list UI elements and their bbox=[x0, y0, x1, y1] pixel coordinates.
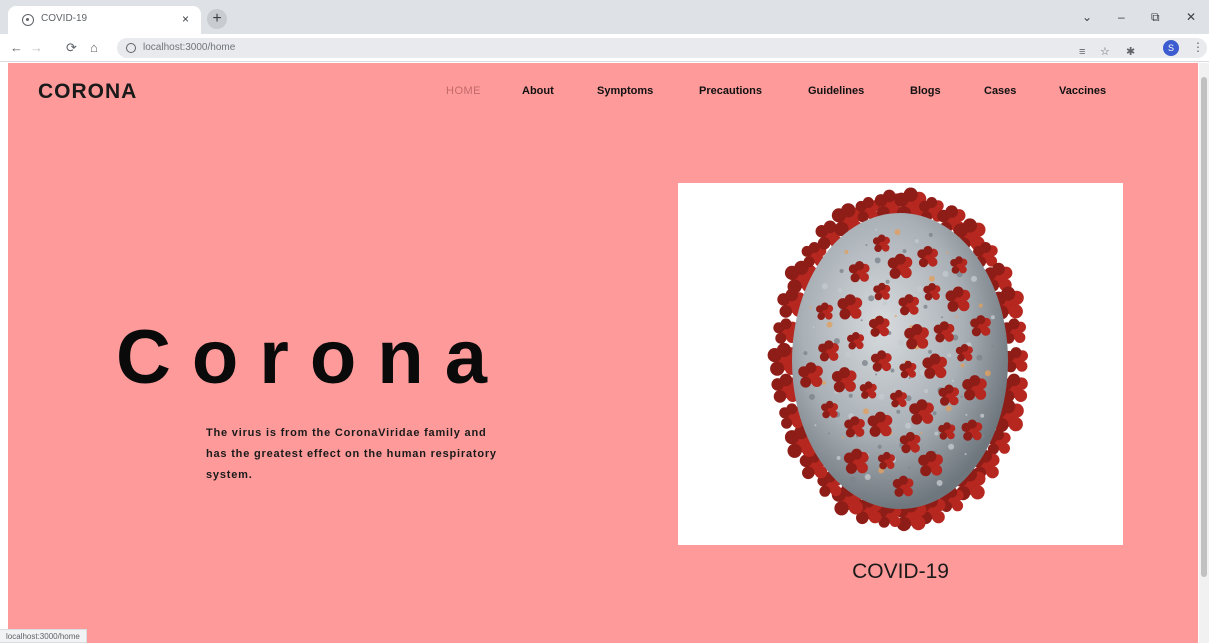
nav-precautions[interactable]: Precautions bbox=[699, 85, 762, 97]
nav-cases[interactable]: Cases bbox=[984, 85, 1016, 97]
status-bar-url: localhost:3000/home bbox=[0, 629, 87, 643]
address-bar[interactable]: localhost:3000/home ≡ ☆ ✱ bbox=[117, 38, 1207, 58]
page-viewport: CORONA HOME About Symptoms Precautions G… bbox=[8, 63, 1198, 643]
main-nav: HOME About Symptoms Precautions Guidelin… bbox=[438, 85, 1128, 101]
home-button[interactable]: ⌂ bbox=[90, 40, 98, 55]
minimize-button[interactable]: – bbox=[1118, 10, 1125, 24]
reader-icon[interactable]: ≡ bbox=[1079, 46, 1085, 58]
nav-home[interactable]: HOME bbox=[446, 85, 481, 97]
extensions-puzzle-icon[interactable]: ✱ bbox=[1126, 46, 1135, 58]
coronavirus-illustration bbox=[767, 187, 1028, 532]
hero-title: Corona bbox=[116, 315, 508, 400]
globe-icon bbox=[22, 14, 34, 26]
image-caption: COVID-19 bbox=[852, 560, 949, 583]
nav-blogs[interactable]: Blogs bbox=[910, 85, 941, 97]
forward-button[interactable]: → bbox=[30, 40, 43, 55]
browser-menu-icon[interactable]: ⋮ bbox=[1192, 40, 1204, 54]
browser-tab[interactable]: COVID-19 × bbox=[8, 6, 201, 34]
scrollbar-thumb[interactable] bbox=[1201, 77, 1207, 577]
hero-description: The virus is from the CoronaViridae fami… bbox=[206, 427, 497, 481]
url-text: localhost:3000/home bbox=[143, 42, 236, 53]
site-info-icon[interactable] bbox=[126, 43, 136, 53]
close-tab-icon[interactable]: × bbox=[182, 12, 189, 26]
nav-symptoms[interactable]: Symptoms bbox=[597, 85, 653, 97]
close-window-button[interactable]: ✕ bbox=[1186, 10, 1196, 24]
new-tab-button[interactable]: + bbox=[207, 9, 227, 29]
tab-title: COVID-19 bbox=[41, 13, 88, 24]
bookmark-star-icon[interactable]: ☆ bbox=[1100, 46, 1110, 58]
tab-search-dropdown-icon[interactable]: ⌄ bbox=[1082, 10, 1092, 24]
profile-avatar[interactable]: S bbox=[1163, 40, 1179, 56]
nav-vaccines[interactable]: Vaccines bbox=[1059, 85, 1106, 97]
browser-tab-strip: COVID-19 × + ⌄ – ⧉ ✕ bbox=[0, 0, 1209, 34]
nav-about[interactable]: About bbox=[522, 85, 554, 97]
page-scrollbar[interactable] bbox=[1199, 63, 1209, 643]
browser-toolbar: ← → ⟳ ⌂ localhost:3000/home ≡ ☆ ✱ bbox=[0, 34, 1209, 62]
virus-image bbox=[678, 183, 1123, 545]
restore-button[interactable]: ⧉ bbox=[1151, 10, 1160, 24]
reload-button[interactable]: ⟳ bbox=[66, 40, 77, 55]
nav-guidelines[interactable]: Guidelines bbox=[808, 85, 864, 97]
back-button[interactable]: ← bbox=[10, 40, 23, 55]
site-logo[interactable]: CORONA bbox=[38, 80, 137, 104]
